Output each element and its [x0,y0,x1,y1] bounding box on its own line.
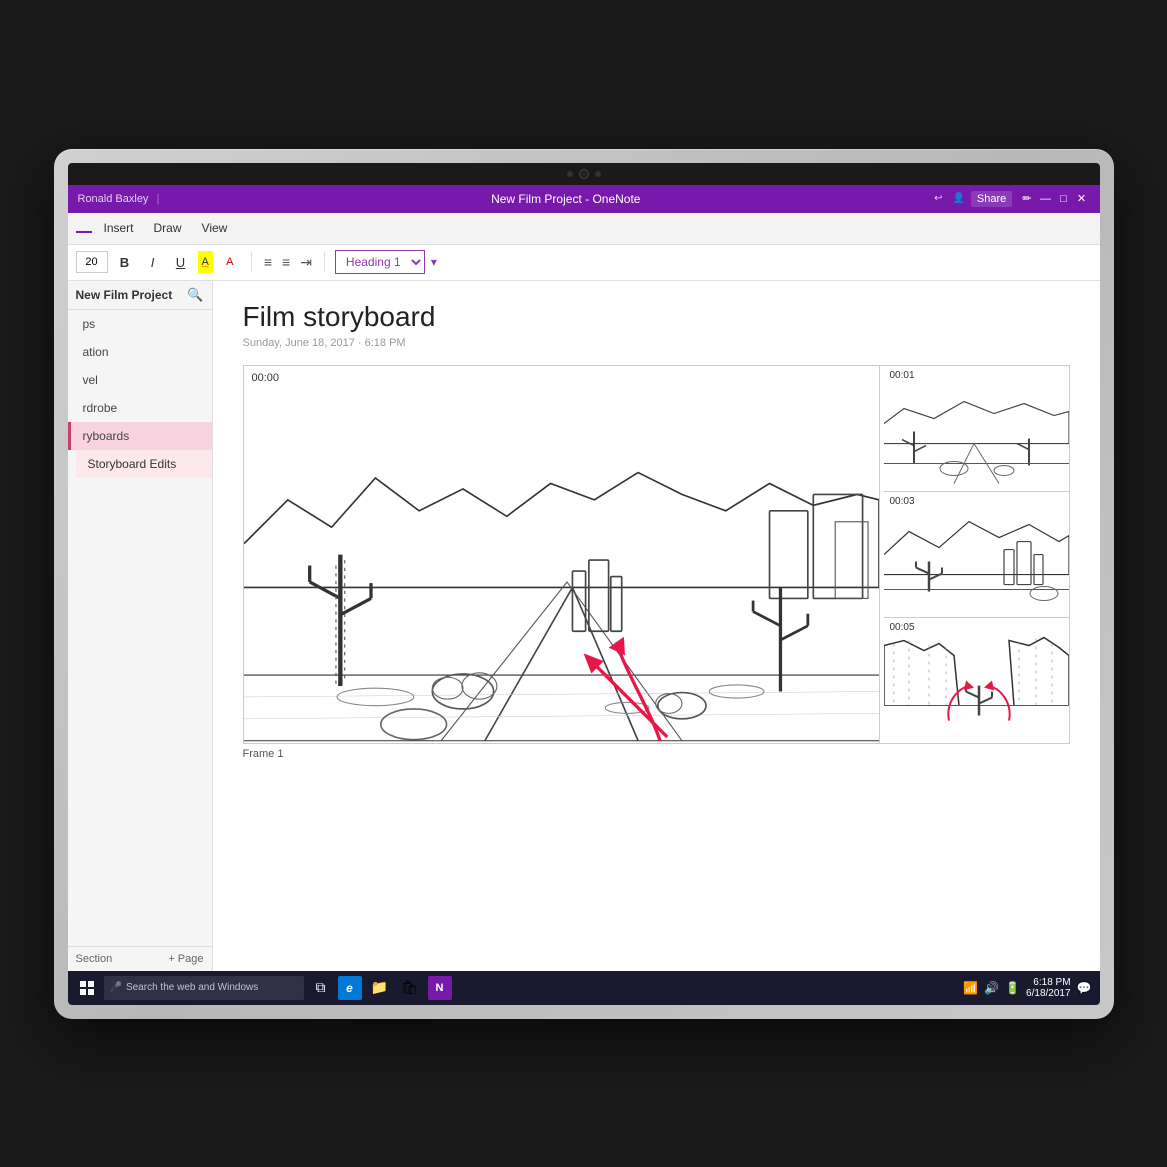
task-view-button[interactable]: ⧉ [310,977,332,999]
indent-button[interactable]: ⇥ [300,254,312,271]
add-page-button[interactable]: + Page [168,953,203,965]
volume-icon: 🔊 [984,981,999,995]
taskbar-search-text: Search the web and Windows [126,982,258,993]
content-area: Film storyboard Sunday, June 18, 2017 · … [213,281,1100,971]
numbered-list-button[interactable]: ≡ [282,254,290,270]
pen-icon[interactable]: ✏ [1022,192,1031,205]
highlight-button[interactable]: A [198,251,213,273]
notebook-search-icon[interactable]: 🔍 [187,287,203,303]
side-frame-1-time: 00:01 [890,370,915,381]
start-button[interactable] [76,977,98,999]
side-frame-3-time: 00:05 [890,622,915,633]
taskbar-store-icon[interactable]: 🛍 [398,976,422,1000]
device-screen: Ronald Baxley | New Film Project - OneNo… [68,163,1100,1005]
taskbar-search-bar[interactable]: 🎤 Search the web and Windows [104,976,304,1000]
heading-dropdown-arrow[interactable]: ▾ [431,255,437,269]
sidebar-item-0[interactable]: ps [68,310,212,338]
section-label[interactable]: Section [76,953,113,965]
device-frame: Ronald Baxley | New Film Project - OneNo… [54,149,1114,1019]
notification-icon[interactable]: 💬 [1077,981,1092,995]
tab-draw[interactable]: Draw [146,217,190,239]
page-item-storyboard-edits[interactable]: Storyboard Edits [76,450,212,478]
tab-file[interactable] [76,223,92,233]
side-frames: 00:01 [884,366,1069,743]
divider-1 [251,252,252,272]
font-size-input[interactable]: 20 [76,251,108,273]
side-frame-2-svg [884,492,1069,617]
heading-select[interactable]: Heading 1 [335,250,425,274]
sidebar-item-4[interactable]: ryboards [68,422,212,450]
format-bar: 20 B I U A A ≡ ≡ ⇥ Heading 1 ▾ [68,245,1100,281]
minimize-button[interactable]: — [1037,191,1053,207]
sidebar: New Film Project 🔍 ps ation vel rdrobe [68,281,213,971]
underline-button[interactable]: U [170,251,192,273]
undo-icon[interactable]: ↩ [934,193,942,204]
maximize-button[interactable]: □ [1055,191,1071,207]
battery-icon: 🔋 [1005,981,1020,995]
font-color-button[interactable]: A [219,251,241,273]
side-frame-1: 00:01 [884,366,1069,492]
taskbar: 🎤 Search the web and Windows ⧉ e 📁 🛍 N 📶… [68,971,1100,1005]
network-icon: 📶 [963,981,978,995]
storyboard-container: 00:00 [243,365,1070,744]
side-frame-1-svg [884,366,1069,491]
notebook-name-label: New Film Project [76,288,173,302]
bullet-list-button[interactable]: ≡ [264,254,272,270]
main-area: New Film Project 🔍 ps ation vel rdrobe [68,281,1100,971]
main-frame: 00:00 [244,366,880,743]
tab-insert[interactable]: Insert [96,217,142,239]
close-button[interactable]: ✕ [1073,191,1089,207]
sidebar-item-1[interactable]: ation [68,338,212,366]
title-bar-user: Ronald Baxley | [78,193,198,205]
title-bar: Ronald Baxley | New Film Project - OneNo… [68,185,1100,213]
camera-lens [579,169,589,179]
title-divider: | [156,193,159,205]
camera-dot-right [595,171,601,177]
frame-label: Frame 1 [243,748,1070,760]
sidebar-header: New Film Project 🔍 [68,281,212,310]
pages-list: Storyboard Edits [76,450,212,478]
divider-2 [324,252,325,272]
main-frame-svg [244,366,879,743]
bold-button[interactable]: B [114,251,136,273]
taskbar-explorer-icon[interactable]: 📁 [368,976,392,1000]
taskbar-right: 📶 🔊 🔋 6:18 PM 6/18/2017 💬 [963,977,1091,999]
taskbar-mic-icon: 🎤 [110,982,122,993]
note-title[interactable]: Film storyboard [243,301,1070,333]
side-frame-3: 00:05 [884,618,1069,743]
camera-dot-left [567,171,573,177]
taskbar-onenote-icon[interactable]: N [428,976,452,1000]
camera-bar [68,163,1100,185]
side-frame-2-time: 00:03 [890,496,915,507]
user-icon[interactable]: 👤 [952,193,964,204]
sidebar-sections: ps ation vel rdrobe ryboards [68,310,212,946]
taskbar-edge-icon[interactable]: e [338,976,362,1000]
ribbon-tabs: Insert Draw View [68,213,1100,245]
share-button[interactable]: Share [971,191,1012,207]
window-controls: ↩ 👤 Share ✏ — □ ✕ [934,191,1089,207]
note-date: Sunday, June 18, 2017 · 6:18 PM [243,337,1070,349]
side-frame-2: 00:03 [884,492,1069,618]
sidebar-item-2[interactable]: vel [68,366,212,394]
italic-button[interactable]: I [142,251,164,273]
window-title: New Film Project - OneNote [491,192,640,206]
user-name-label: Ronald Baxley [78,193,149,205]
tab-view[interactable]: View [194,217,236,239]
side-frame-3-svg [884,618,1069,743]
taskbar-clock: 6:18 PM 6/18/2017 [1026,977,1071,999]
main-frame-time: 00:00 [252,372,280,384]
sidebar-item-3[interactable]: rdrobe [68,394,212,422]
sidebar-footer: Section + Page [68,946,212,971]
